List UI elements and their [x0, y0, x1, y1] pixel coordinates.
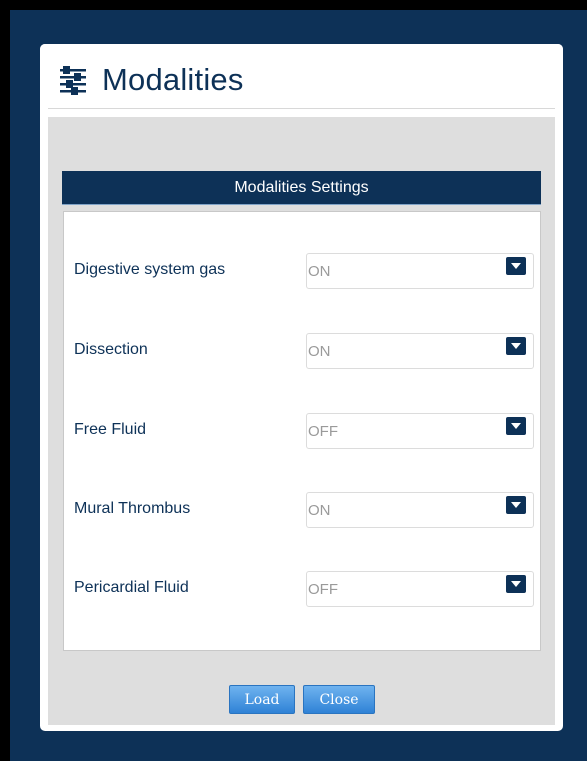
setting-label: Mural Thrombus	[74, 500, 191, 517]
setting-label: Free Fluid	[74, 421, 147, 438]
select-value: OFF	[308, 423, 338, 440]
chevron-down-icon[interactable]	[506, 575, 526, 593]
setting-row-free-fluid: Free Fluid OFF	[64, 413, 540, 449]
dialog-header: Modalities	[40, 44, 563, 110]
select-value: ON	[308, 343, 331, 360]
dialog-title: Modalities	[102, 62, 244, 97]
chevron-down-icon[interactable]	[506, 417, 526, 435]
chevron-down-icon[interactable]	[506, 496, 526, 514]
dissection-select[interactable]: ON	[306, 333, 534, 369]
setting-row-mural-thrombus: Mural Thrombus ON	[64, 492, 540, 528]
chevron-down-icon[interactable]	[506, 257, 526, 275]
dialog-body: Modalities Settings Digestive system gas…	[48, 117, 555, 725]
close-button[interactable]: Close	[303, 685, 375, 714]
modalities-dialog: Modalities Modalities Settings Digestive…	[40, 44, 563, 731]
mural-thrombus-select[interactable]: ON	[306, 492, 534, 528]
select-value: ON	[308, 263, 331, 280]
setting-row-pericardial-fluid: Pericardial Fluid OFF	[64, 571, 540, 607]
setting-row-dissection: Dissection ON	[64, 333, 540, 369]
load-button[interactable]: Load	[229, 685, 295, 714]
setting-label: Pericardial Fluid	[74, 579, 189, 596]
setting-label: Dissection	[74, 341, 148, 358]
settings-section-header: Modalities Settings	[62, 171, 541, 205]
free-fluid-select[interactable]: OFF	[306, 413, 534, 449]
setting-label: Digestive system gas	[74, 261, 226, 278]
digestive-system-gas-select[interactable]: ON	[306, 253, 534, 289]
chevron-down-icon[interactable]	[506, 337, 526, 355]
settings-panel: Digestive system gas ON Dissection ON Fr…	[63, 211, 541, 651]
setting-row-digestive-system-gas: Digestive system gas ON	[64, 253, 540, 289]
pericardial-fluid-select[interactable]: OFF	[306, 571, 534, 607]
sliders-icon	[60, 66, 86, 96]
select-value: OFF	[308, 581, 338, 598]
select-value: ON	[308, 502, 331, 519]
header-divider	[48, 108, 555, 109]
